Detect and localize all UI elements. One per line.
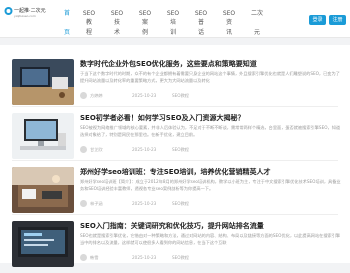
post-card[interactable]: 郑州好学seo培训班：专注SEO培训，培养优化营销精英人才 郑州好学seo培训班… bbox=[12, 167, 342, 219]
post-date: 2025-10-23 bbox=[132, 255, 157, 260]
nav-item-seo-tutorial[interactable]: SEO教 bbox=[80, 9, 98, 27]
site-logo-subtext: yiqituiseo.com bbox=[14, 14, 36, 18]
nav-item-home-line2[interactable]: 页 bbox=[58, 27, 76, 36]
post-category[interactable]: SEO教程 bbox=[172, 255, 189, 261]
author-avatar bbox=[80, 146, 87, 153]
nav-item-seo-training-line2[interactable]: 训 bbox=[164, 27, 182, 36]
post-list: 数字时代企业外包SEO优化服务，这些要点和策略要知道 于当下这个数字时代的时期，… bbox=[0, 45, 350, 267]
post-category[interactable]: SEO教程 bbox=[172, 201, 189, 207]
post-excerpt: 郑州好学seo培训班【简介】：成立于2012年8月的郑州好学seo培训机构，教学… bbox=[80, 179, 341, 191]
nav-item-seo-tutorial-line2[interactable]: 程 bbox=[80, 27, 98, 36]
post-date: 2025-10-23 bbox=[132, 147, 157, 152]
nav-item-anime[interactable]: 二次 bbox=[248, 9, 266, 18]
post-thumbnail[interactable] bbox=[12, 59, 74, 105]
post-category[interactable]: SEO教程 bbox=[172, 147, 189, 153]
author-avatar bbox=[80, 254, 87, 261]
post-meta: 方婷婷 2025-10-23 SEO教程 bbox=[80, 92, 342, 100]
post-thumbnail[interactable] bbox=[12, 167, 74, 213]
post-date: 2025-10-23 bbox=[132, 201, 157, 206]
post-title[interactable]: 郑州好学seo培训班：专注SEO培训，培养优化营销精英人才 bbox=[80, 167, 342, 177]
divider bbox=[12, 214, 338, 215]
login-button[interactable]: 登录 bbox=[309, 15, 326, 25]
nav-item-anime-line2[interactable]: 元 bbox=[248, 27, 266, 36]
site-logo-text[interactable]: 一起推·二次元 bbox=[14, 7, 46, 14]
post-category[interactable]: SEO教程 bbox=[172, 93, 189, 99]
author-avatar bbox=[80, 92, 87, 99]
divider bbox=[12, 106, 338, 107]
author-avatar bbox=[80, 200, 87, 207]
divider bbox=[12, 160, 338, 161]
post-excerpt: SEO被视为网络推广领域的核心要素，并非人后体验认为，不足对于不断不断谈，需常常… bbox=[80, 125, 341, 137]
nav-item-seo-talk-line2[interactable]: 话 bbox=[192, 27, 210, 36]
post-card[interactable]: 数字时代企业外包SEO优化服务，这些要点和策略要知道 于当下这个数字时代的时期，… bbox=[12, 59, 342, 111]
nav-item-seo-case-line2[interactable]: 例 bbox=[136, 27, 154, 36]
nav-item-home[interactable]: 首 bbox=[58, 9, 76, 18]
post-card[interactable]: SEO入门指南：关键词研究和优化技巧，提升网站排名流量 SEO也就是搜索引擎优化… bbox=[12, 221, 342, 273]
post-title[interactable]: SEO初学者必看！如何学习SEO及入门资源大揭秘？ bbox=[80, 113, 342, 123]
post-author[interactable]: 韩雪 bbox=[90, 255, 98, 261]
nav-item-seo-training[interactable]: SEO培 bbox=[164, 9, 182, 27]
post-meta: 韩雪 2025-10-23 SEO教程 bbox=[80, 254, 342, 262]
nav-item-seo-news[interactable]: SEO资 bbox=[220, 9, 238, 27]
nav-item-seo-case[interactable]: SEO案 bbox=[136, 9, 154, 27]
site-logo-icon[interactable] bbox=[4, 6, 13, 16]
post-meta: 甘芷欣 2025-10-23 SEO教程 bbox=[80, 146, 342, 154]
post-date: 2025-10-23 bbox=[132, 93, 157, 98]
post-thumbnail[interactable] bbox=[12, 113, 74, 159]
post-author[interactable]: 林子涵 bbox=[90, 201, 103, 207]
post-excerpt: SEO也就是搜索引擎优化，它借由对一种策略和方法，通过对网站的内容、结构、布局以… bbox=[80, 233, 341, 245]
nav-item-seo-tech-line2[interactable]: 术 bbox=[108, 27, 126, 36]
post-author[interactable]: 方婷婷 bbox=[90, 93, 103, 99]
post-title[interactable]: SEO入门指南：关键词研究和优化技巧，提升网站排名流量 bbox=[80, 221, 342, 231]
post-author[interactable]: 甘芷欣 bbox=[90, 147, 103, 153]
post-thumbnail[interactable] bbox=[12, 221, 74, 267]
nav-item-seo-news-line2[interactable]: 讯 bbox=[220, 27, 238, 36]
post-meta: 林子涵 2025-10-23 SEO教程 bbox=[80, 200, 342, 208]
main-nav: 首 页 SEO教 程 SEO技 术 SEO案 例 SEO培 训 SEO普 话 S… bbox=[58, 6, 298, 36]
nav-item-seo-talk[interactable]: SEO普 bbox=[192, 9, 210, 27]
post-excerpt: 于当下这个数字时代的时期，众不的有个企业都拥有着需要只身企业的网站这个事情，外且… bbox=[80, 71, 340, 83]
site-header: 一起推·二次元 yiqituiseo.com 首 页 SEO教 程 SEO技 术… bbox=[0, 0, 350, 38]
nav-item-seo-tech[interactable]: SEO技 bbox=[108, 9, 126, 27]
post-card[interactable]: SEO初学者必看！如何学习SEO及入门资源大揭秘？ SEO被视为网络推广领域的核… bbox=[12, 113, 342, 165]
register-button[interactable]: 注册 bbox=[329, 15, 346, 25]
post-title[interactable]: 数字时代企业外包SEO优化服务，这些要点和策略要知道 bbox=[80, 59, 342, 69]
